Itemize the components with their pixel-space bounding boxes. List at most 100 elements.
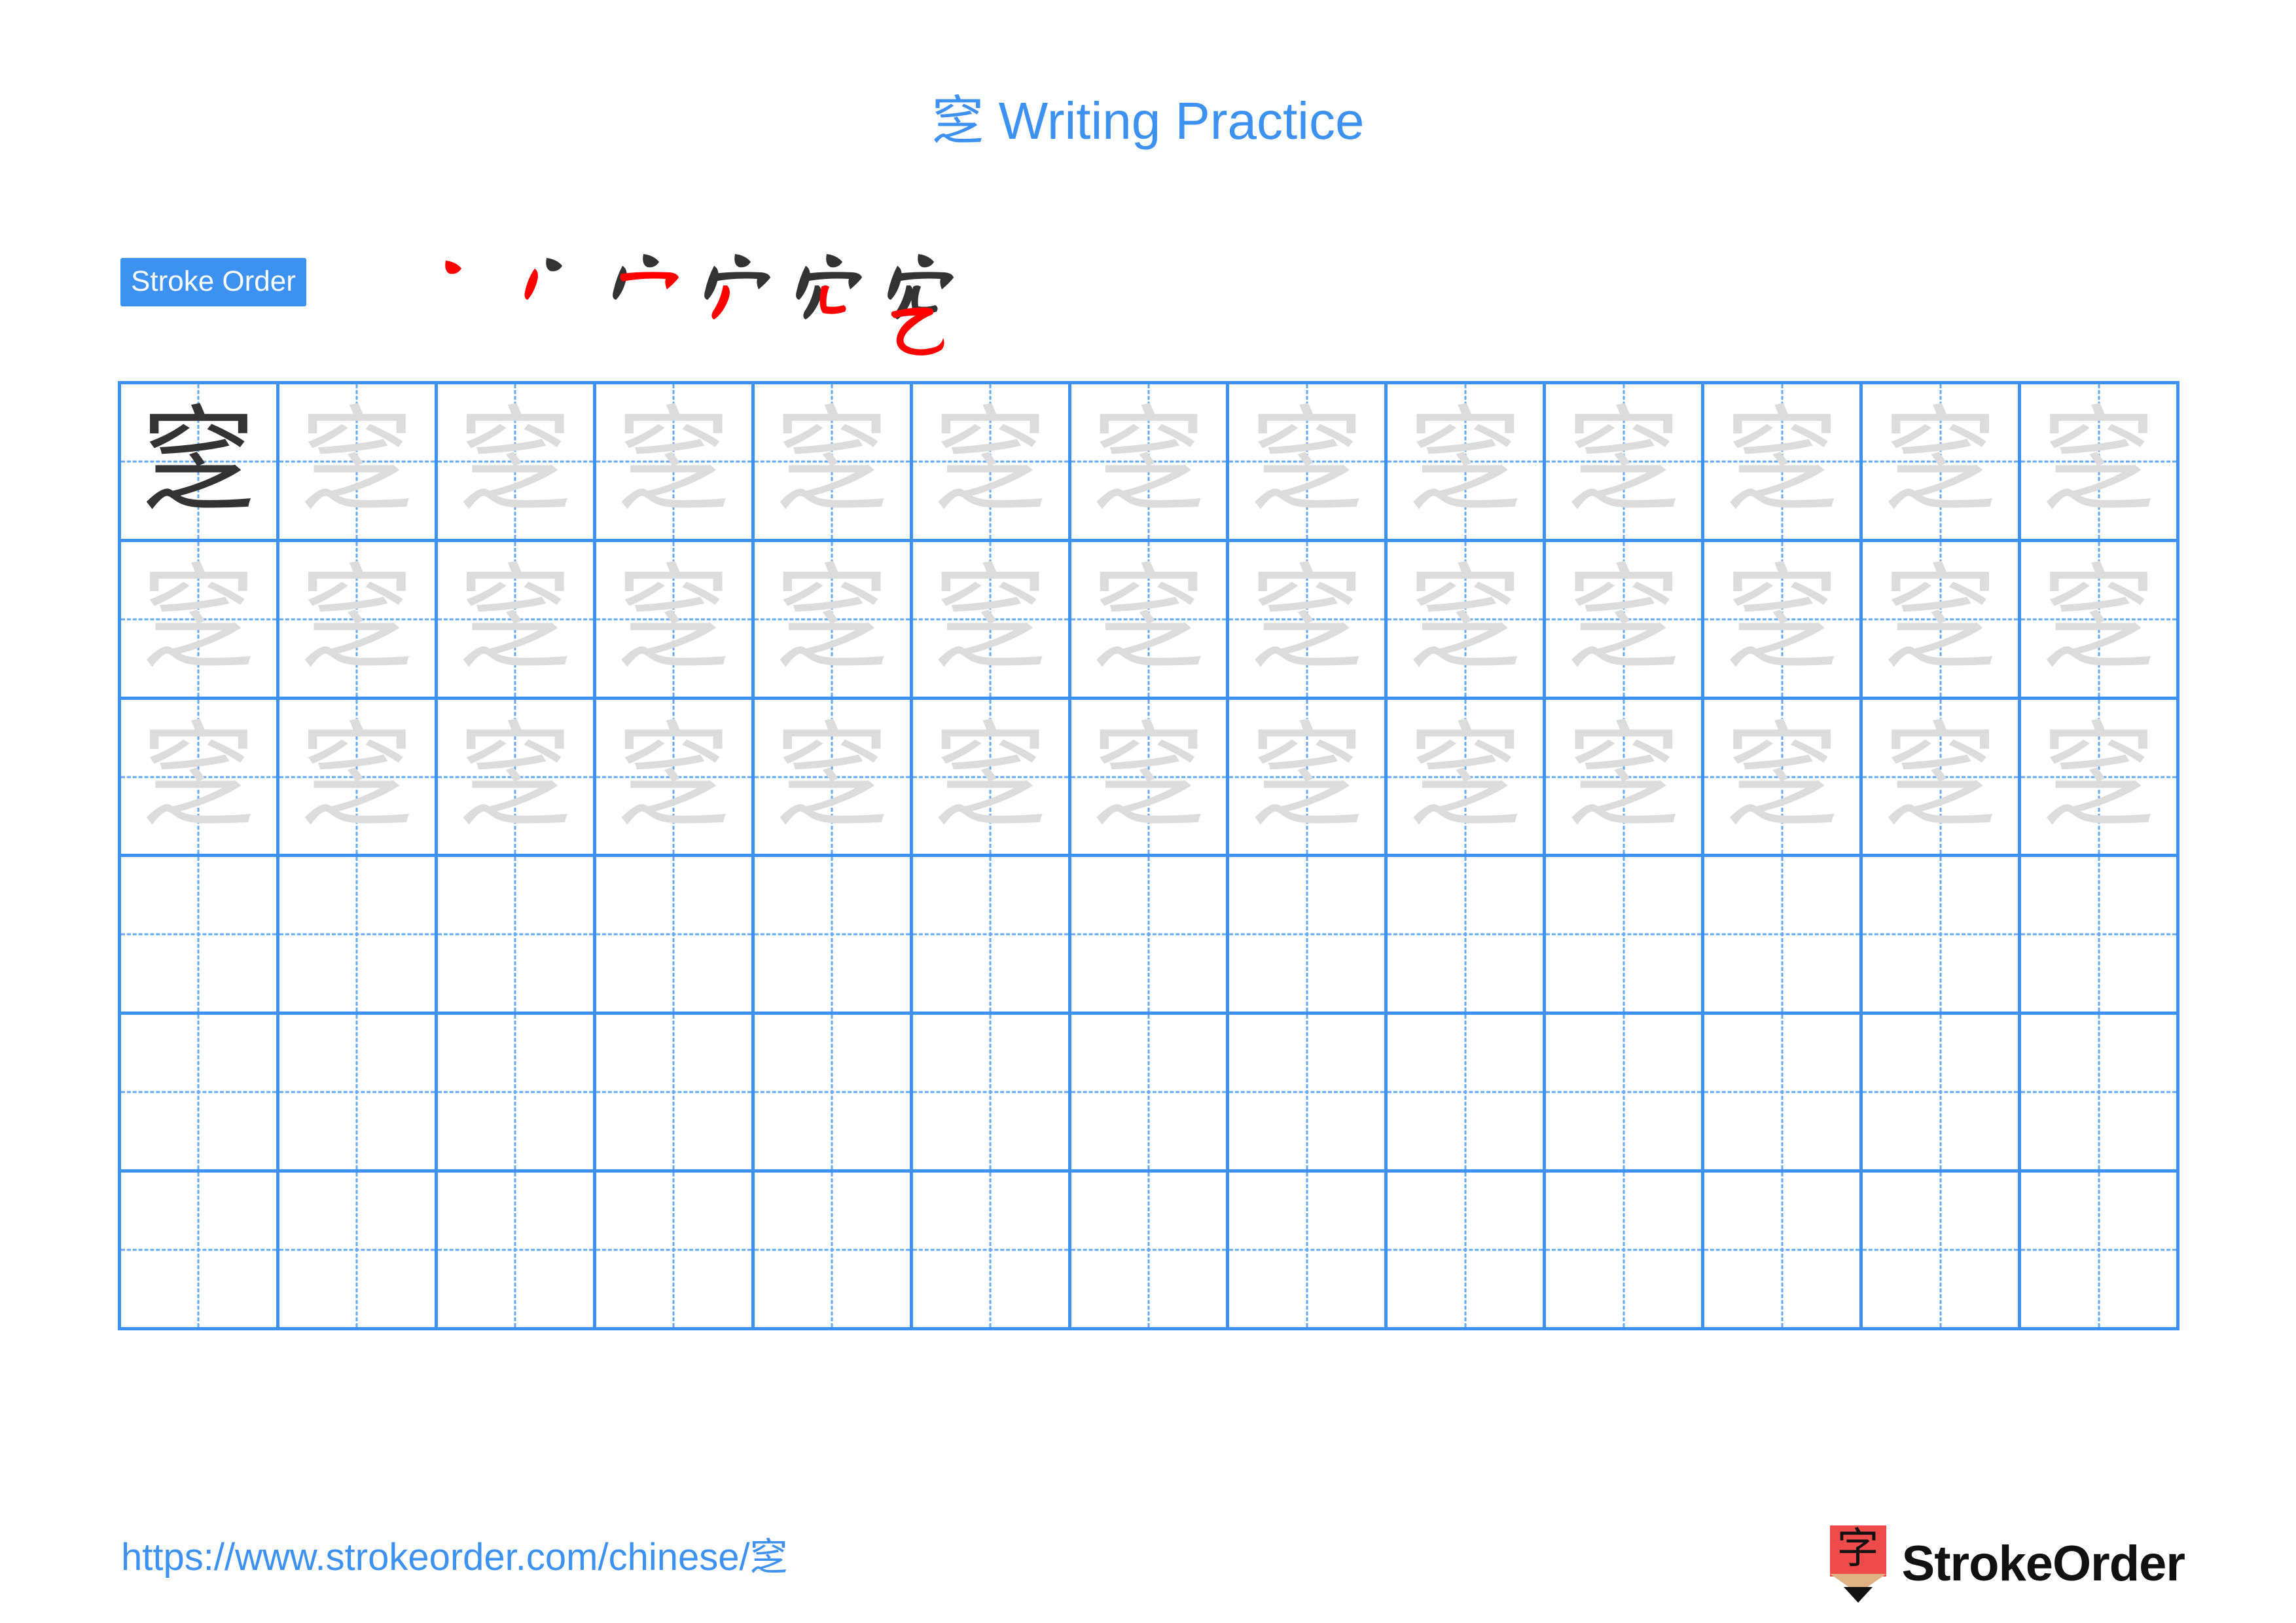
practice-cell-r6-c7[interactable]: [1071, 1173, 1230, 1330]
practice-cell-r3-c2[interactable]: 窆: [279, 699, 438, 858]
practice-cell-r5-c2[interactable]: [279, 1015, 438, 1173]
practice-cell-r2-c2[interactable]: 窆: [279, 541, 438, 700]
practice-cell-r2-c13[interactable]: 窆: [2021, 541, 2179, 700]
practice-trace-character: 窆: [1725, 553, 1840, 686]
practice-cell-r6-c5[interactable]: [754, 1173, 913, 1330]
practice-trace-character: 窆: [299, 395, 414, 528]
logo-tip-shape: [1843, 1587, 1873, 1603]
practice-cell-r4-c2[interactable]: [279, 857, 438, 1015]
practice-cell-r4-c9[interactable]: [1388, 857, 1547, 1015]
practice-cell-r4-c1[interactable]: [121, 857, 279, 1015]
practice-cell-r6-c13[interactable]: [2021, 1173, 2179, 1330]
practice-cell-r6-c3[interactable]: [437, 1173, 596, 1330]
practice-cell-r4-c7[interactable]: [1071, 857, 1230, 1015]
practice-cell-r2-c8[interactable]: 窆: [1229, 541, 1388, 700]
practice-cell-r5-c11[interactable]: [1704, 1015, 1863, 1173]
practice-cell-r3-c4[interactable]: 窆: [596, 699, 755, 858]
practice-cell-r3-c8[interactable]: 窆: [1229, 699, 1388, 858]
practice-cell-r3-c3[interactable]: 窆: [437, 699, 596, 858]
practice-cell-r1-c11[interactable]: 窆: [1704, 384, 1863, 542]
practice-trace-character: 窆: [1408, 553, 1523, 686]
practice-cell-r1-c6[interactable]: 窆: [912, 384, 1071, 542]
practice-trace-character: 窆: [933, 553, 1048, 686]
stroke-step-5-icon: [796, 254, 862, 319]
practice-cell-r2-c4[interactable]: 窆: [596, 541, 755, 700]
stroke-order-steps: [412, 232, 961, 356]
practice-cell-r6-c1[interactable]: [121, 1173, 279, 1330]
practice-cell-r3-c12[interactable]: 窆: [1863, 699, 2022, 858]
practice-cell-r4-c10[interactable]: [1546, 857, 1705, 1015]
practice-cell-r2-c3[interactable]: 窆: [437, 541, 596, 700]
practice-cell-r1-c9[interactable]: 窆: [1388, 384, 1547, 542]
practice-cell-r5-c1[interactable]: [121, 1015, 279, 1173]
practice-cell-r3-c13[interactable]: 窆: [2021, 699, 2179, 858]
practice-cell-r4-c13[interactable]: [2021, 857, 2179, 1015]
practice-cell-r2-c11[interactable]: 窆: [1704, 541, 1863, 700]
practice-cell-r2-c9[interactable]: 窆: [1388, 541, 1547, 700]
practice-cell-r5-c3[interactable]: [437, 1015, 596, 1173]
practice-cell-r4-c11[interactable]: [1704, 857, 1863, 1015]
practice-cell-r1-c2[interactable]: 窆: [279, 384, 438, 542]
practice-cell-r2-c6[interactable]: 窆: [912, 541, 1071, 700]
stroke-order-section: Stroke Order: [120, 254, 2189, 356]
practice-trace-character: 窆: [1091, 553, 1206, 686]
practice-cell-r5-c9[interactable]: [1388, 1015, 1547, 1173]
practice-cell-r5-c4[interactable]: [596, 1015, 755, 1173]
practice-cell-r2-c10[interactable]: 窆: [1546, 541, 1705, 700]
practice-cell-r3-c6[interactable]: 窆: [912, 699, 1071, 858]
practice-trace-character: 窆: [1091, 395, 1206, 528]
practice-trace-character: 窆: [616, 710, 731, 844]
practice-cell-r6-c11[interactable]: [1704, 1173, 1863, 1330]
practice-cell-r6-c4[interactable]: [596, 1173, 755, 1330]
practice-cell-r6-c2[interactable]: [279, 1173, 438, 1330]
strokeorder-pencil-logo-icon: 字: [1829, 1525, 1886, 1603]
practice-cell-r4-c6[interactable]: [912, 857, 1071, 1015]
page-title-character: 窆: [931, 90, 984, 151]
practice-trace-character: 窆: [933, 395, 1048, 528]
practice-cell-r3-c10[interactable]: 窆: [1546, 699, 1705, 858]
practice-cell-r3-c9[interactable]: 窆: [1388, 699, 1547, 858]
footer-url[interactable]: https://www.strokeorder.com/chinese/窆: [121, 1539, 788, 1577]
practice-cell-r3-c11[interactable]: 窆: [1704, 699, 1863, 858]
practice-grid: 窆窆窆窆窆窆窆窆窆窆窆窆窆窆窆窆窆窆窆窆窆窆窆窆窆窆窆窆窆窆窆窆窆窆窆窆窆窆窆: [118, 381, 2179, 1330]
practice-cell-r1-c1[interactable]: 窆: [121, 384, 279, 542]
practice-cell-r1-c8[interactable]: 窆: [1229, 384, 1388, 542]
practice-cell-r4-c3[interactable]: [437, 857, 596, 1015]
practice-cell-r5-c5[interactable]: [754, 1015, 913, 1173]
practice-cell-r2-c12[interactable]: 窆: [1863, 541, 2022, 700]
practice-cell-r6-c9[interactable]: [1388, 1173, 1547, 1330]
practice-cell-r1-c10[interactable]: 窆: [1546, 384, 1705, 542]
stroke-step-5: [778, 232, 862, 356]
practice-cell-r5-c10[interactable]: [1546, 1015, 1705, 1173]
practice-cell-r2-c1[interactable]: 窆: [121, 541, 279, 700]
practice-cell-r3-c5[interactable]: 窆: [754, 699, 913, 858]
brand-name: StrokeOrder: [1901, 1536, 2185, 1592]
practice-cell-r5-c12[interactable]: [1863, 1015, 2022, 1173]
practice-cell-r5-c7[interactable]: [1071, 1015, 1230, 1173]
practice-cell-r6-c8[interactable]: [1229, 1173, 1388, 1330]
logo-body: 字: [1829, 1525, 1886, 1577]
practice-cell-r5-c13[interactable]: [2021, 1015, 2179, 1173]
stroke-step-3-icon: [613, 254, 679, 300]
practice-cell-r6-c10[interactable]: [1546, 1173, 1705, 1330]
practice-cell-r1-c7[interactable]: 窆: [1071, 384, 1230, 542]
practice-cell-r3-c7[interactable]: 窆: [1071, 699, 1230, 858]
practice-cell-r1-c3[interactable]: 窆: [437, 384, 596, 542]
practice-cell-r4-c12[interactable]: [1863, 857, 2022, 1015]
practice-cell-r2-c5[interactable]: 窆: [754, 541, 913, 700]
practice-cell-r3-c1[interactable]: 窆: [121, 699, 279, 858]
practice-cell-r2-c7[interactable]: 窆: [1071, 541, 1230, 700]
practice-cell-r1-c12[interactable]: 窆: [1863, 384, 2022, 542]
practice-cell-r4-c8[interactable]: [1229, 857, 1388, 1015]
practice-cell-r6-c12[interactable]: [1863, 1173, 2022, 1330]
practice-trace-character: 窆: [774, 553, 889, 686]
practice-cell-r6-c6[interactable]: [912, 1173, 1071, 1330]
stroke-step-3: [595, 232, 679, 356]
practice-cell-r1-c13[interactable]: 窆: [2021, 384, 2179, 542]
practice-cell-r1-c4[interactable]: 窆: [596, 384, 755, 542]
practice-cell-r5-c8[interactable]: [1229, 1015, 1388, 1173]
practice-cell-r1-c5[interactable]: 窆: [754, 384, 913, 542]
practice-cell-r5-c6[interactable]: [912, 1015, 1071, 1173]
practice-cell-r4-c5[interactable]: [754, 857, 913, 1015]
practice-cell-r4-c4[interactable]: [596, 857, 755, 1015]
